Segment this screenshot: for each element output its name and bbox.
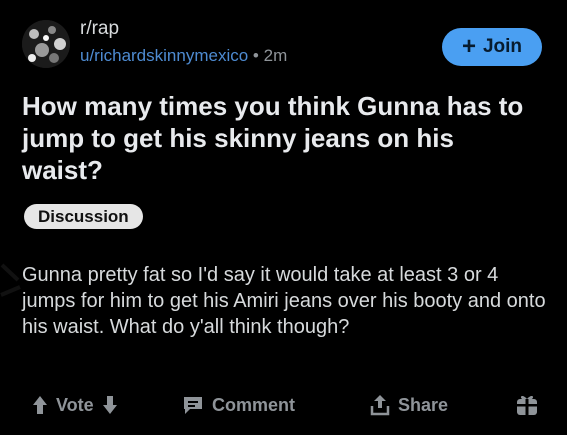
post-body: Gunna pretty fat so I'd say it would tak… xyxy=(22,264,546,338)
plus-icon: + xyxy=(461,33,476,60)
comment-icon xyxy=(184,397,202,414)
scribble-mark xyxy=(0,236,21,354)
join-label: Join xyxy=(482,36,523,57)
meta-separator: • xyxy=(252,46,259,65)
downvote-icon[interactable] xyxy=(102,395,118,415)
share-icon xyxy=(370,395,390,416)
comment-label: Comment xyxy=(212,394,296,415)
post-flair[interactable]: Discussion xyxy=(24,204,143,229)
post-age: 2m xyxy=(263,46,288,65)
username-link[interactable]: u/richardskinnymexico xyxy=(80,46,248,65)
join-button[interactable]: + Join xyxy=(442,28,542,66)
post-meta: u/richardskinnymexico • 2m xyxy=(80,46,287,66)
subreddit-name[interactable]: r/rap xyxy=(80,18,119,40)
vote-label: Vote xyxy=(56,394,94,415)
award-icon xyxy=(517,395,537,415)
comment-button[interactable]: Comment xyxy=(182,392,295,418)
share-label: Share xyxy=(398,394,449,415)
post-actions: Vote Comment Share xyxy=(32,392,552,418)
vote-group: Vote xyxy=(32,392,118,418)
upvote-icon[interactable] xyxy=(32,395,48,415)
post-header: r/rap u/richardskinnymexico • 2m + Join xyxy=(22,16,552,76)
award-button[interactable] xyxy=(516,392,538,418)
share-button[interactable]: Share xyxy=(370,392,448,418)
subreddit-avatar[interactable] xyxy=(22,20,70,68)
post-title[interactable]: How many times you think Gunna has to ju… xyxy=(22,90,542,186)
